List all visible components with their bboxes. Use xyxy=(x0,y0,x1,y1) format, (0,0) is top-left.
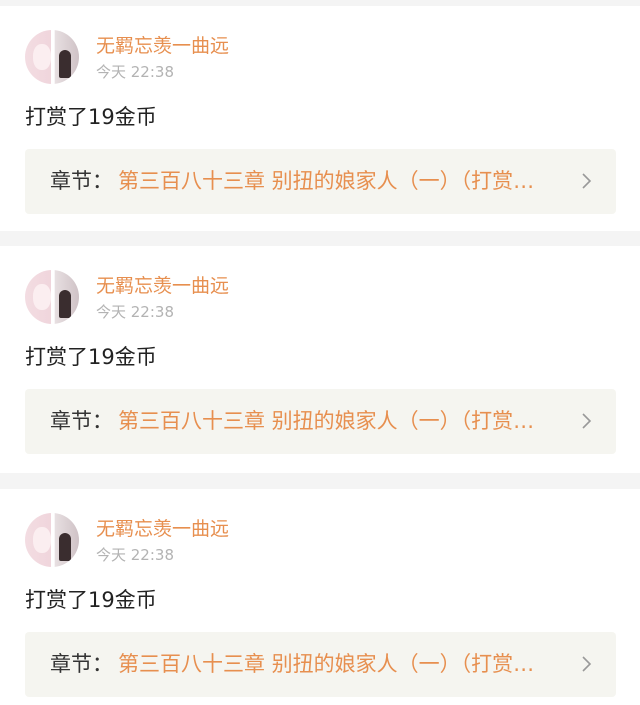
username[interactable]: 无羁忘羡一曲远 xyxy=(96,35,229,57)
avatar[interactable] xyxy=(25,270,79,324)
avatar-divider xyxy=(51,513,54,567)
chapter-link[interactable]: 章节： 第三百八十三章 别扭的娘家人（一）（打赏… xyxy=(25,149,616,214)
chapter-prefix: 章节： xyxy=(50,652,113,676)
avatar-figure xyxy=(59,50,71,78)
avatar-figure xyxy=(59,533,71,561)
chapter-title: 第三百八十三章 别扭的娘家人（一）（打赏… xyxy=(118,409,535,433)
reward-feed: 无羁忘羡一曲远 今天 22:38 打赏了19金币 章节： 第三百八十三章 别扭的… xyxy=(0,0,640,705)
chapter-title: 第三百八十三章 别扭的娘家人（一）（打赏… xyxy=(118,652,535,676)
chapter-prefix: 章节： xyxy=(50,169,113,193)
chevron-right-icon xyxy=(582,413,592,429)
reward-message: 打赏了19金币 xyxy=(25,345,157,369)
reward-item: 无羁忘羡一曲远 今天 22:38 打赏了19金币 章节： 第三百八十三章 别扭的… xyxy=(0,246,640,473)
chevron-right-icon xyxy=(582,173,592,189)
avatar-face xyxy=(33,527,51,553)
timestamp: 今天 22:38 xyxy=(96,546,174,564)
avatar-divider xyxy=(51,30,54,84)
timestamp: 今天 22:38 xyxy=(96,303,174,321)
avatar-face xyxy=(33,284,51,310)
reward-item: 无羁忘羡一曲远 今天 22:38 打赏了19金币 章节： 第三百八十三章 别扭的… xyxy=(0,6,640,231)
reward-message: 打赏了19金币 xyxy=(25,588,157,612)
username[interactable]: 无羁忘羡一曲远 xyxy=(96,275,229,297)
username[interactable]: 无羁忘羡一曲远 xyxy=(96,518,229,540)
avatar[interactable] xyxy=(25,513,79,567)
avatar-face xyxy=(33,44,51,70)
avatar-figure xyxy=(59,290,71,318)
timestamp: 今天 22:38 xyxy=(96,63,174,81)
chapter-prefix: 章节： xyxy=(50,409,113,433)
avatar[interactable] xyxy=(25,30,79,84)
chapter-link[interactable]: 章节： 第三百八十三章 别扭的娘家人（一）（打赏… xyxy=(25,389,616,454)
chapter-title: 第三百八十三章 别扭的娘家人（一）（打赏… xyxy=(118,169,535,193)
reward-message: 打赏了19金币 xyxy=(25,105,157,129)
chapter-link[interactable]: 章节： 第三百八十三章 别扭的娘家人（一）（打赏… xyxy=(25,632,616,697)
chevron-right-icon xyxy=(582,656,592,672)
reward-item: 无羁忘羡一曲远 今天 22:38 打赏了19金币 章节： 第三百八十三章 别扭的… xyxy=(0,489,640,705)
avatar-divider xyxy=(51,270,54,324)
